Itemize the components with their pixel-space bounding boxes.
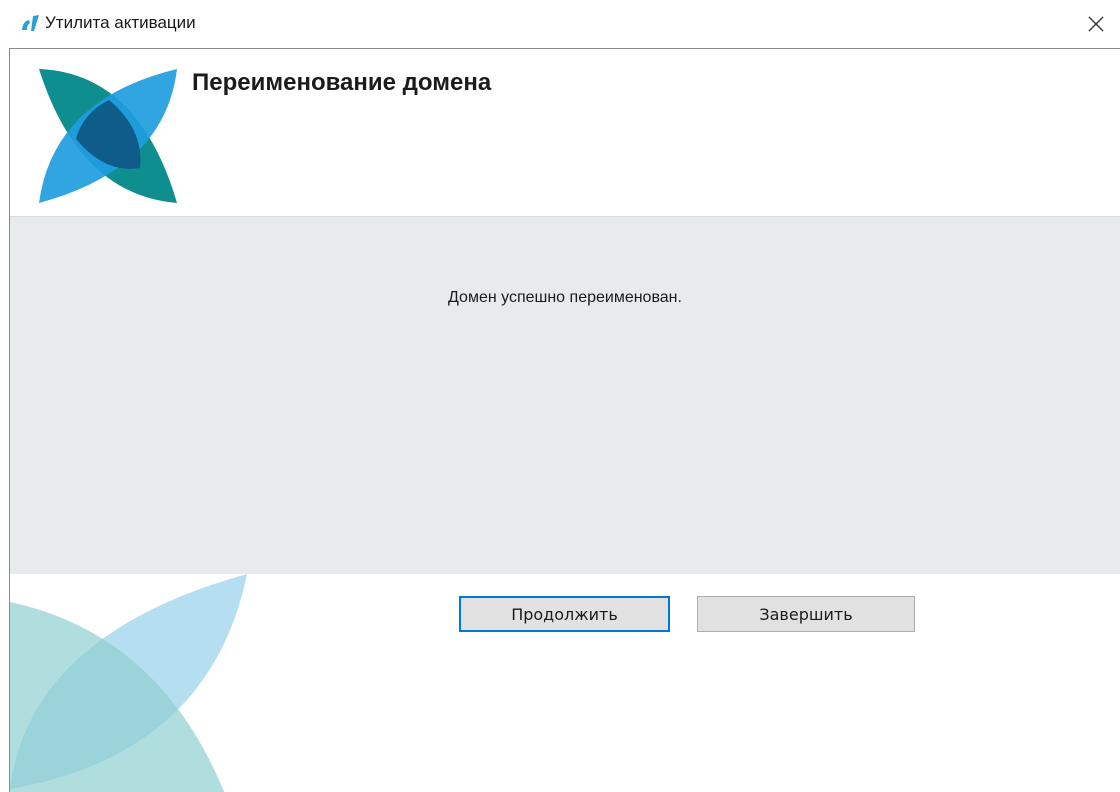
decorative-petals <box>10 574 247 792</box>
page-title: Переименование домена <box>192 69 492 96</box>
title-bar: Утилита активации <box>0 0 1120 48</box>
content-panel: Домен успешно переименован. <box>10 217 1120 574</box>
close-icon <box>1088 16 1104 32</box>
dialog-footer: Продолжить Завершить <box>10 574 1120 792</box>
window-title: Утилита активации <box>45 13 196 32</box>
dialog-frame: Переименование домена Домен успешно пере… <box>9 48 1120 792</box>
dialog-header: Переименование домена <box>10 49 1120 217</box>
close-button[interactable] <box>1072 0 1120 48</box>
four-petal-logo-icon <box>39 69 177 203</box>
status-message: Домен успешно переименован. <box>448 289 682 306</box>
ci-logo-icon <box>22 15 39 31</box>
continue-button[interactable]: Продолжить <box>459 596 670 632</box>
finish-button[interactable]: Завершить <box>697 596 915 632</box>
